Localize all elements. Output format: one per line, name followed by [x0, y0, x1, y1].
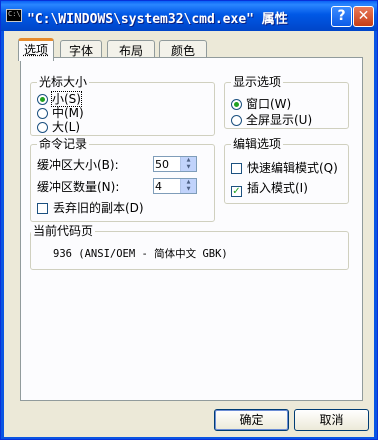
radio-button[interactable]: [231, 99, 242, 110]
group-title: 显示选项: [231, 75, 284, 89]
checkbox[interactable]: [231, 163, 242, 174]
buffer-size-stepper[interactable]: ▲▼: [153, 156, 197, 172]
edit-options-group: 编辑选项 快速编辑模式(Q) ✓ 插入模式(I): [224, 137, 349, 204]
dialog-window: C:\ "C:\WINDOWS\system32\cmd.exe" 属性 ? ✕…: [0, 0, 378, 440]
radio-fullscreen[interactable]: 全屏显示(U): [231, 113, 312, 127]
console-icon: C:\: [6, 9, 22, 22]
radio-cursor-small[interactable]: 小(S): [37, 91, 82, 107]
code-page-value: 936 (ANSI/OEM - 简体中文 GBK): [53, 248, 228, 260]
radio-button[interactable]: [37, 122, 48, 133]
buffer-size-input[interactable]: [155, 157, 181, 171]
option-label: 中(M): [52, 106, 84, 120]
display-options-group: 显示选项 窗口(W) 全屏显示(U): [224, 75, 349, 129]
option-label: 大(L): [52, 120, 81, 134]
buffer-size-label: 缓冲区大小(B):: [37, 158, 119, 172]
buffer-count-stepper[interactable]: ▲▼: [153, 178, 197, 194]
group-title: 编辑选项: [231, 137, 284, 151]
ok-button[interactable]: 确定: [214, 409, 289, 431]
radio-button[interactable]: [37, 108, 48, 119]
code-page-group: 当前代码页 936 (ANSI/OEM - 简体中文 GBK): [30, 224, 349, 270]
radio-button[interactable]: [231, 115, 242, 126]
checkbox[interactable]: [37, 203, 48, 214]
command-history-group: 命令记录 缓冲区大小(B): ▲▼ 缓冲区数量(N): ▲▼ 丢弃旧的副本(D): [30, 137, 215, 222]
group-title: 光标大小: [37, 75, 90, 89]
quick-edit-checkbox[interactable]: 快速编辑模式(Q): [231, 161, 338, 175]
tab-options[interactable]: 选项: [18, 38, 54, 61]
option-label: 丢弃旧的副本(D): [53, 201, 144, 215]
option-label: 快速编辑模式(Q): [247, 161, 338, 175]
option-label: 窗口(W): [246, 97, 292, 111]
insert-mode-checkbox[interactable]: ✓ 插入模式(I): [231, 181, 308, 197]
checkbox-checked-icon[interactable]: ✓: [231, 186, 242, 197]
radio-button[interactable]: [37, 94, 48, 105]
tab-panel: 光标大小 小(S) 中(M) 大(L) 显示选项 窗口(W) 全屏显示(U) 命…: [20, 57, 363, 401]
option-label: 全屏显示(U): [246, 113, 313, 127]
radio-cursor-large[interactable]: 大(L): [37, 120, 80, 134]
option-label: 小(S): [51, 91, 82, 107]
window-title: "C:\WINDOWS\system32\cmd.exe" 属性: [27, 12, 288, 27]
group-title: 命令记录: [37, 137, 90, 151]
close-button[interactable]: ✕: [353, 6, 374, 27]
radio-window[interactable]: 窗口(W): [231, 97, 291, 111]
buffer-count-label: 缓冲区数量(N):: [37, 180, 120, 194]
tab-label: 选项: [23, 43, 48, 57]
cancel-button[interactable]: 取消: [294, 409, 369, 431]
option-label: 插入模式(I): [247, 181, 308, 195]
radio-cursor-medium[interactable]: 中(M): [37, 106, 84, 120]
cursor-size-group: 光标大小 小(S) 中(M) 大(L): [30, 75, 215, 136]
title-bar[interactable]: C:\ "C:\WINDOWS\system32\cmd.exe" 属性 ? ✕: [1, 1, 377, 31]
buffer-count-input[interactable]: [155, 179, 181, 193]
spin-arrows-icon[interactable]: ▲ ▼: [180, 179, 196, 193]
spin-arrows-icon[interactable]: ▲ ▼: [180, 157, 196, 171]
discard-old-duplicates-checkbox[interactable]: 丢弃旧的副本(D): [37, 201, 144, 215]
dialog-client: 选项 字体 布局 颜色 光标大小 小(S) 中(M) 大(L) 显示选项 窗口(…: [4, 31, 374, 437]
help-button[interactable]: ?: [331, 6, 352, 27]
group-title: 当前代码页: [31, 224, 96, 238]
